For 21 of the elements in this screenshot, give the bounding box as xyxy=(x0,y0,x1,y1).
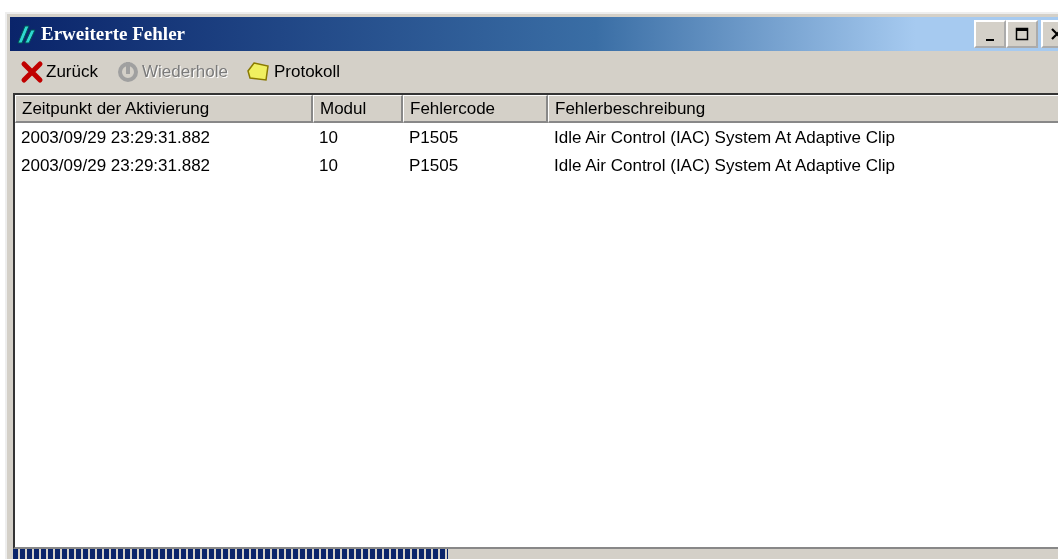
table-cell-text: Idle Air Control (IAC) System At Adaptive Clip xyxy=(553,127,897,148)
log-button[interactable]: Protokoll xyxy=(241,60,345,84)
minimize-icon xyxy=(986,39,994,41)
maximize-button[interactable] xyxy=(1006,20,1038,48)
column-header[interactable]: Fehlercode xyxy=(403,95,548,123)
column-header[interactable]: Modul xyxy=(313,95,403,123)
table-cell-text: 10 xyxy=(318,155,339,176)
note-icon xyxy=(245,60,272,84)
column-header[interactable]: Zeitpunkt der Aktivierung xyxy=(15,95,313,123)
table-cell-text: 10 xyxy=(318,127,339,148)
window-title: Erweiterte Fehler xyxy=(41,23,185,45)
table-cell-text: P1505 xyxy=(408,155,460,176)
table-cell-text: 2003/09/29 23:29:31.882 xyxy=(20,155,212,176)
maximize-icon xyxy=(1015,27,1029,41)
table-cell-text: 2003/09/29 23:29:31.882 xyxy=(20,127,212,148)
back-button[interactable]: Zurück xyxy=(16,60,102,84)
table-cell-text: P1505 xyxy=(408,127,460,148)
table-cell-text: Idle Air Control (IAC) System At Adaptive Clip xyxy=(553,155,897,176)
column-header[interactable]: Fehlerbeschreibung xyxy=(548,95,1058,123)
cross-icon xyxy=(20,60,44,84)
app-logo-icon xyxy=(15,23,37,45)
